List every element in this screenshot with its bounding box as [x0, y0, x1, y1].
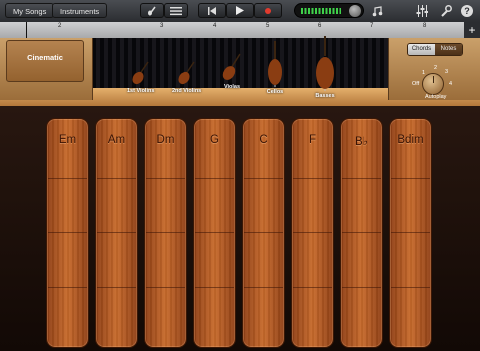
record-icon[interactable] — [254, 3, 282, 18]
chord-strip-bflat[interactable]: B♭ — [340, 118, 383, 348]
autoplay-label: Autoplay — [425, 94, 447, 100]
preset-panel: Cinematic — [0, 38, 93, 100]
play-icon[interactable] — [226, 3, 254, 18]
level-meter — [301, 8, 341, 14]
chord-label: Dm — [156, 134, 175, 146]
ruler-number: 3 — [160, 23, 164, 29]
chord-label: C — [259, 134, 268, 146]
preset-button[interactable]: Cinematic — [6, 40, 84, 82]
chord-label: Am — [107, 134, 126, 146]
volume-knob[interactable] — [349, 5, 361, 17]
instrument-violas[interactable]: Violas — [220, 52, 244, 90]
violin-icon — [178, 61, 195, 85]
autoplay-knob[interactable] — [422, 73, 444, 95]
add-section-button[interactable]: + — [464, 22, 480, 38]
loop-icon[interactable] — [371, 3, 385, 18]
chord-strip-bdim[interactable]: Bdim — [389, 118, 432, 348]
ruler-number: 8 — [423, 23, 427, 29]
instrument-basses[interactable]: Basses — [314, 36, 336, 99]
chord-strip-g[interactable]: G — [193, 118, 236, 348]
chords-notes-toggle[interactable]: Chords Notes — [407, 43, 463, 56]
chord-strip-am[interactable]: Am — [95, 118, 138, 348]
chord-strip-dm[interactable]: Dm — [144, 118, 187, 348]
ruler-number: 2 — [58, 23, 62, 29]
instruments-button[interactable]: Instruments — [52, 3, 108, 18]
top-toolbar: My Songs Instruments ? — [0, 0, 480, 23]
instrument-2nd-violins[interactable]: 2nd Violins — [172, 60, 201, 94]
autoplay-4-label: 4 — [449, 81, 453, 87]
chord-strip-f[interactable]: F — [291, 118, 334, 348]
autoplay-2-label: 2 — [434, 65, 438, 71]
violin-icon — [132, 61, 149, 85]
chord-strip-c[interactable]: C — [242, 118, 285, 348]
ruler-number: 7 — [370, 23, 374, 29]
ruler-number: 6 — [318, 23, 322, 29]
instrument-1st-violins[interactable]: 1st Violins — [127, 60, 154, 94]
timeline-ruler[interactable]: 2 3 4 5 6 7 8 + — [0, 22, 480, 39]
autoplay-off-label: Off — [412, 81, 420, 87]
mixer-icon[interactable] — [414, 3, 430, 18]
stage-area: Cinematic 1st Violins 2nd Violins Violas… — [0, 36, 480, 106]
ruler-number: 5 — [266, 23, 270, 29]
my-songs-button[interactable]: My Songs — [5, 3, 55, 18]
chord-label: G — [210, 134, 219, 146]
chords-toggle[interactable]: Chords — [408, 44, 435, 55]
chord-label: F — [308, 134, 317, 146]
chord-strip-em[interactable]: Em — [46, 118, 89, 348]
instrument-label: Cellos — [266, 89, 284, 95]
master-volume-icon[interactable] — [294, 3, 364, 18]
settings-icon[interactable] — [438, 3, 454, 18]
chord-label: B♭ — [354, 136, 369, 148]
chord-label: Bdim — [397, 134, 424, 146]
help-icon[interactable]: ? — [460, 3, 474, 18]
double-bass-icon — [316, 36, 334, 91]
instrument-cellos[interactable]: Cellos — [266, 41, 284, 95]
violin-icon[interactable] — [140, 3, 164, 18]
playhead[interactable] — [26, 22, 27, 38]
autoplay-3-label: 3 — [445, 69, 449, 75]
instrument-label: Violas — [223, 84, 241, 90]
track-list-icon[interactable] — [164, 3, 188, 18]
chord-label: Em — [58, 134, 77, 146]
instrument-label: 1st Violins — [127, 88, 155, 94]
cello-icon — [268, 41, 282, 87]
notes-toggle[interactable]: Notes — [435, 44, 462, 55]
rewind-icon[interactable] — [198, 3, 226, 18]
viola-icon — [222, 53, 241, 80]
playback-controls-panel: Chords Notes Off 1 2 3 4 Autoplay — [388, 38, 480, 100]
instrument-label: Basses — [315, 93, 335, 99]
ruler-number: 4 — [213, 23, 217, 29]
chord-strip-area: Em Am Dm G C F B♭ Bdim — [0, 106, 480, 351]
instrument-label: 2nd Violins — [172, 88, 202, 94]
